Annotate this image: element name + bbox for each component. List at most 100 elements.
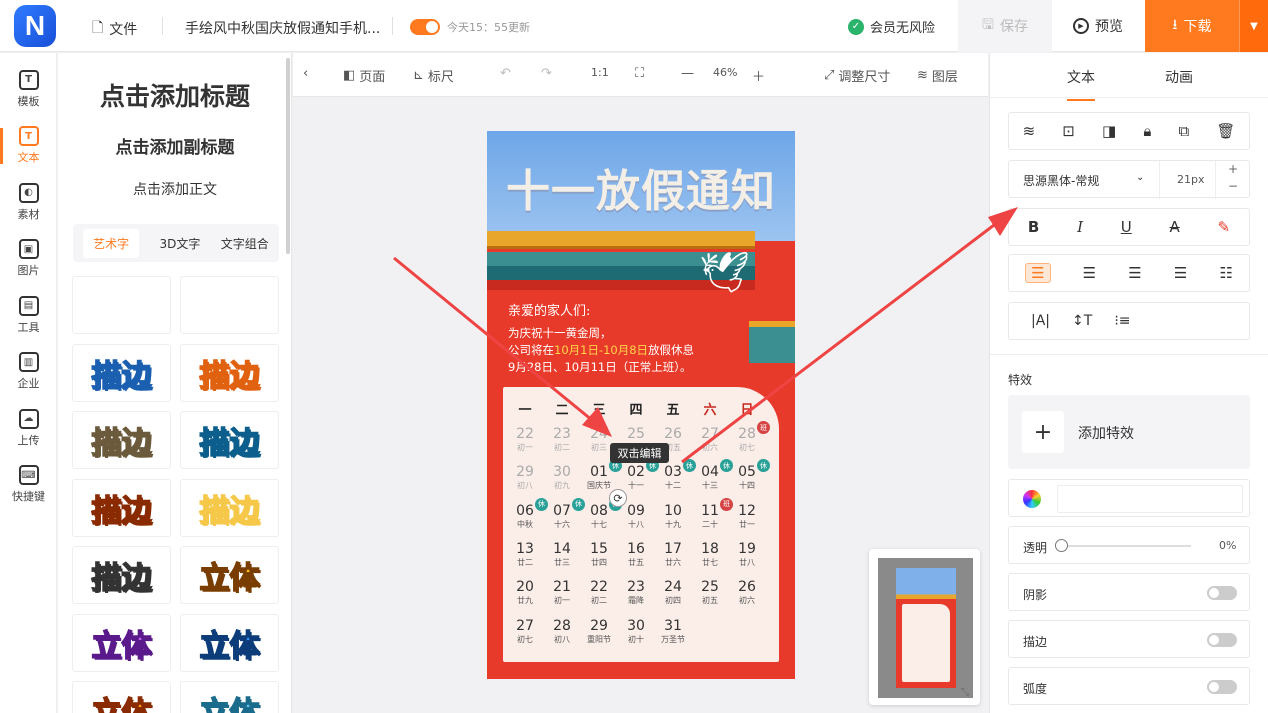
day-lunar: 初四 [665,596,681,606]
tab-3d-text[interactable]: 3D文字 [160,235,201,252]
redo-button[interactable]: ↷ [541,66,552,81]
rotate-handle-icon[interactable]: ⟳ [609,489,627,507]
nav-item-6[interactable]: ☁ 上传 [0,400,57,456]
poster-canvas[interactable]: 十一放假通知 🕊 亲爱的家人们: 为庆祝十一黄金周， 公司将在10月1日-10月… [487,131,795,679]
art-text-tile[interactable]: 描边 [180,478,279,537]
poster-title[interactable]: 十一放假通知 [487,155,795,219]
shadow-toggle[interactable] [1207,586,1237,600]
preview-button[interactable]: ▶ 预览 [1052,0,1144,52]
art-text-tile[interactable]: 描边 [72,478,171,537]
art-text-tile[interactable]: 描边 [72,276,171,334]
tab-text-combo[interactable]: 文字组合 [221,235,269,252]
bold-icon[interactable]: B [1028,218,1039,236]
fit-screen-button[interactable]: ⛶ [635,66,644,81]
material-icon: ◐ [18,182,39,203]
chevron-down-icon[interactable]: ⌄ [1136,172,1144,183]
weekday-header: 日 [740,403,754,418]
curve-toggle[interactable] [1207,680,1237,694]
align-center-text-icon[interactable]: ☰ [1083,264,1096,282]
lock-icon[interactable]: 🔒︎ [1143,122,1151,140]
download-dropdown-button[interactable]: ▼ [1239,0,1268,52]
nav-item-2[interactable]: ◐ 素材 [0,174,57,230]
download-button[interactable]: ⭳ 下载 [1145,0,1239,52]
layers-button[interactable]: ≋ 图层 [917,66,958,85]
tab-animation[interactable]: 动画 [1165,67,1193,87]
nav-item-4[interactable]: ▤ 工具 [0,287,57,343]
resize-button[interactable]: ⤢ 调整尺寸 [824,66,890,85]
layer-order-icon[interactable]: ≋ [1023,122,1036,140]
trash-icon[interactable]: 🗑︎ [1216,122,1235,140]
list-icon[interactable]: ⁝≡ [1114,313,1130,329]
poster-greeting[interactable]: 亲爱的家人们: [508,300,590,319]
align-center-icon[interactable]: ⊡ [1062,122,1075,140]
poster-line-2[interactable]: 公司将在10月1日-10月8日放假休息 [508,342,694,358]
document-title[interactable]: 手绘风中秋国庆放假通知手机... [185,18,380,38]
text-color-icon[interactable]: ✎ [1218,218,1231,236]
autosave-toggle[interactable] [410,19,440,35]
art-text-tile[interactable]: 描边 [72,343,171,402]
distribute-icon[interactable]: ☷ [1219,264,1232,282]
flip-icon[interactable]: ◨ [1102,122,1116,140]
art-text-tile[interactable]: 立体 [180,681,279,713]
poster-line-1[interactable]: 为庆祝十一黄金周， [508,325,612,341]
letter-spacing-icon[interactable]: |A| [1031,313,1050,329]
zoom-out-button[interactable]: — [681,66,694,81]
art-text-tile[interactable]: 立体 [180,613,279,672]
art-text-tile[interactable]: 立体 [180,546,279,604]
undo-button[interactable]: ↶ [500,66,511,81]
art-text-tile[interactable]: 描边 [180,411,279,469]
align-right-icon[interactable]: ☰ [1128,264,1141,282]
page-button[interactable]: ◧ 页面 [343,66,385,85]
opacity-slider[interactable] [1055,545,1191,547]
art-text-tile[interactable]: 描边 [72,546,171,604]
underline-icon[interactable]: U [1121,218,1132,236]
nav-item-3[interactable]: ▣ 图片 [0,231,57,287]
page-icon: ◧ [343,68,356,83]
italic-icon[interactable]: I [1077,218,1083,236]
art-text-tile[interactable]: 描边 [180,343,279,402]
nav-item-1[interactable]: T 文本 [0,118,57,174]
strikethrough-icon[interactable]: A [1169,218,1179,236]
justify-icon[interactable]: ☰ [1174,264,1187,282]
art-text-tile[interactable]: 描边 [180,276,279,334]
opacity-slider-handle[interactable] [1055,539,1068,552]
collapse-panel-button[interactable]: ‹ [303,66,308,81]
divider [990,354,1268,355]
app-logo[interactable]: N [14,5,56,47]
font-family-select[interactable]: 思源黑体-常规 [1023,172,1099,189]
divider [1159,161,1160,199]
save-button[interactable]: 🖫 保存 [958,0,1052,52]
duplicate-icon[interactable]: ⧉ [1178,122,1189,140]
file-menu[interactable]: 🗋 文件 [92,17,137,41]
color-wheel-icon[interactable] [1023,490,1041,508]
panel-scrollbar[interactable] [286,58,290,254]
zoom-in-button[interactable]: ＋ [752,66,765,85]
nav-item-5[interactable]: ▥ 企业 [0,344,57,400]
nav-item-7[interactable]: ⌨ 快捷键 [0,457,57,513]
expand-icon[interactable]: ⤡ [961,687,969,698]
member-guarantee[interactable]: ✓ 会员无风险 [848,17,935,36]
tab-text[interactable]: 文本 [1067,67,1095,101]
tab-art-text[interactable]: 艺术字 [83,228,140,258]
color-value-field[interactable] [1057,485,1243,513]
font-size-increase-icon[interactable]: + [1228,162,1238,176]
align-left-icon[interactable]: ☰ [1025,263,1051,283]
nav-item-0[interactable]: T 模板 [0,61,57,117]
art-text-tile[interactable]: 立体 [72,613,171,672]
add-effect-button[interactable]: + 添加特效 [1008,395,1250,469]
poster-line-3[interactable]: 9月28日、10月11日（正常上班）。 [508,359,691,375]
page-thumbnail[interactable]: ⤡ [869,549,980,705]
ruler-button[interactable]: ⊾ 标尺 [413,66,454,85]
line-height-icon[interactable]: ↕T [1072,313,1092,329]
add-subtitle-button[interactable]: 点击添加副标题 [58,133,291,158]
art-text-tile[interactable]: 立体 [72,681,171,713]
add-body-text-button[interactable]: 点击添加正文 [58,179,291,199]
stroke-toggle[interactable] [1207,633,1237,647]
font-size-input[interactable]: 21px [1177,173,1205,186]
font-size-decrease-icon[interactable]: − [1228,179,1238,193]
add-title-button[interactable]: 点击添加标题 [58,77,291,113]
ratio-button[interactable]: 1:1 [591,66,609,79]
color-picker[interactable] [1008,479,1250,517]
save-icon: 🖫 [982,17,994,33]
art-text-tile[interactable]: 描边 [72,411,171,469]
